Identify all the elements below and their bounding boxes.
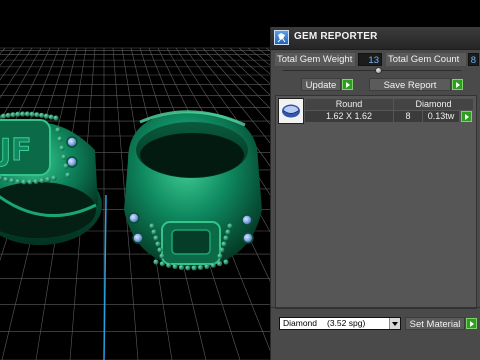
- gem-weight-value: 0.13tw: [423, 111, 459, 122]
- right-ring-gem-3: [241, 214, 253, 226]
- footer-divider: [271, 307, 480, 308]
- slider-track[interactable]: [283, 70, 461, 71]
- right-ring-model: [124, 110, 262, 271]
- total-gem-weight-label: Total Gem Weight: [275, 53, 355, 66]
- gem-row-play-icon[interactable]: [461, 111, 472, 122]
- left-ring-gem-1: [66, 136, 78, 148]
- right-ring-gem-4: [242, 232, 254, 244]
- panel-title: GEM REPORTER: [294, 31, 378, 42]
- totals-row: Total Gem Weight 13 Total Gem Count 8: [275, 53, 479, 66]
- total-gem-weight-value: 13: [358, 53, 382, 66]
- gem-reporter-panel: GEM REPORTER Total Gem Weight 13 Total G…: [270, 27, 480, 360]
- total-gem-count-value: 8: [468, 53, 479, 66]
- save-report-play-icon[interactable]: [452, 79, 463, 90]
- round-gem-icon: [278, 98, 304, 124]
- gem-cut-header: Round: [305, 99, 393, 110]
- dropdown-arrow-icon[interactable]: [389, 318, 400, 329]
- update-play-icon[interactable]: [342, 79, 353, 90]
- slider-knob[interactable]: [375, 67, 382, 74]
- material-dropdown-name: Diamond: [283, 318, 318, 328]
- gem-count-value: 8: [394, 111, 422, 122]
- total-gem-count-label: Total Gem Count: [386, 53, 466, 66]
- gem-row[interactable]: Round Diamond 1.62 X 1.62 8 0.13tw: [278, 98, 474, 124]
- right-ring-gem-2: [132, 232, 144, 244]
- set-material-button[interactable]: Set Material: [405, 317, 465, 330]
- gem-list: Round Diamond 1.62 X 1.62 8 0.13tw: [275, 95, 477, 309]
- save-report-button[interactable]: Save Report: [369, 78, 451, 91]
- gem-reporter-app-icon: [274, 30, 289, 45]
- gem-material-header: Diamond: [394, 99, 473, 110]
- set-material-play-icon[interactable]: [466, 318, 477, 329]
- right-ring-gem-1: [128, 212, 140, 224]
- panel-titlebar[interactable]: GEM REPORTER: [271, 27, 480, 50]
- left-ring-model: JF: [0, 111, 102, 245]
- material-dropdown-spg: (3.52 spg): [327, 318, 366, 328]
- gem-size-value: 1.62 X 1.62: [305, 111, 393, 122]
- y-axis-line: [103, 194, 107, 360]
- material-dropdown[interactable]: Diamond (3.52 spg): [279, 317, 401, 330]
- svg-text:JF: JF: [0, 133, 32, 168]
- update-button[interactable]: Update: [301, 78, 341, 91]
